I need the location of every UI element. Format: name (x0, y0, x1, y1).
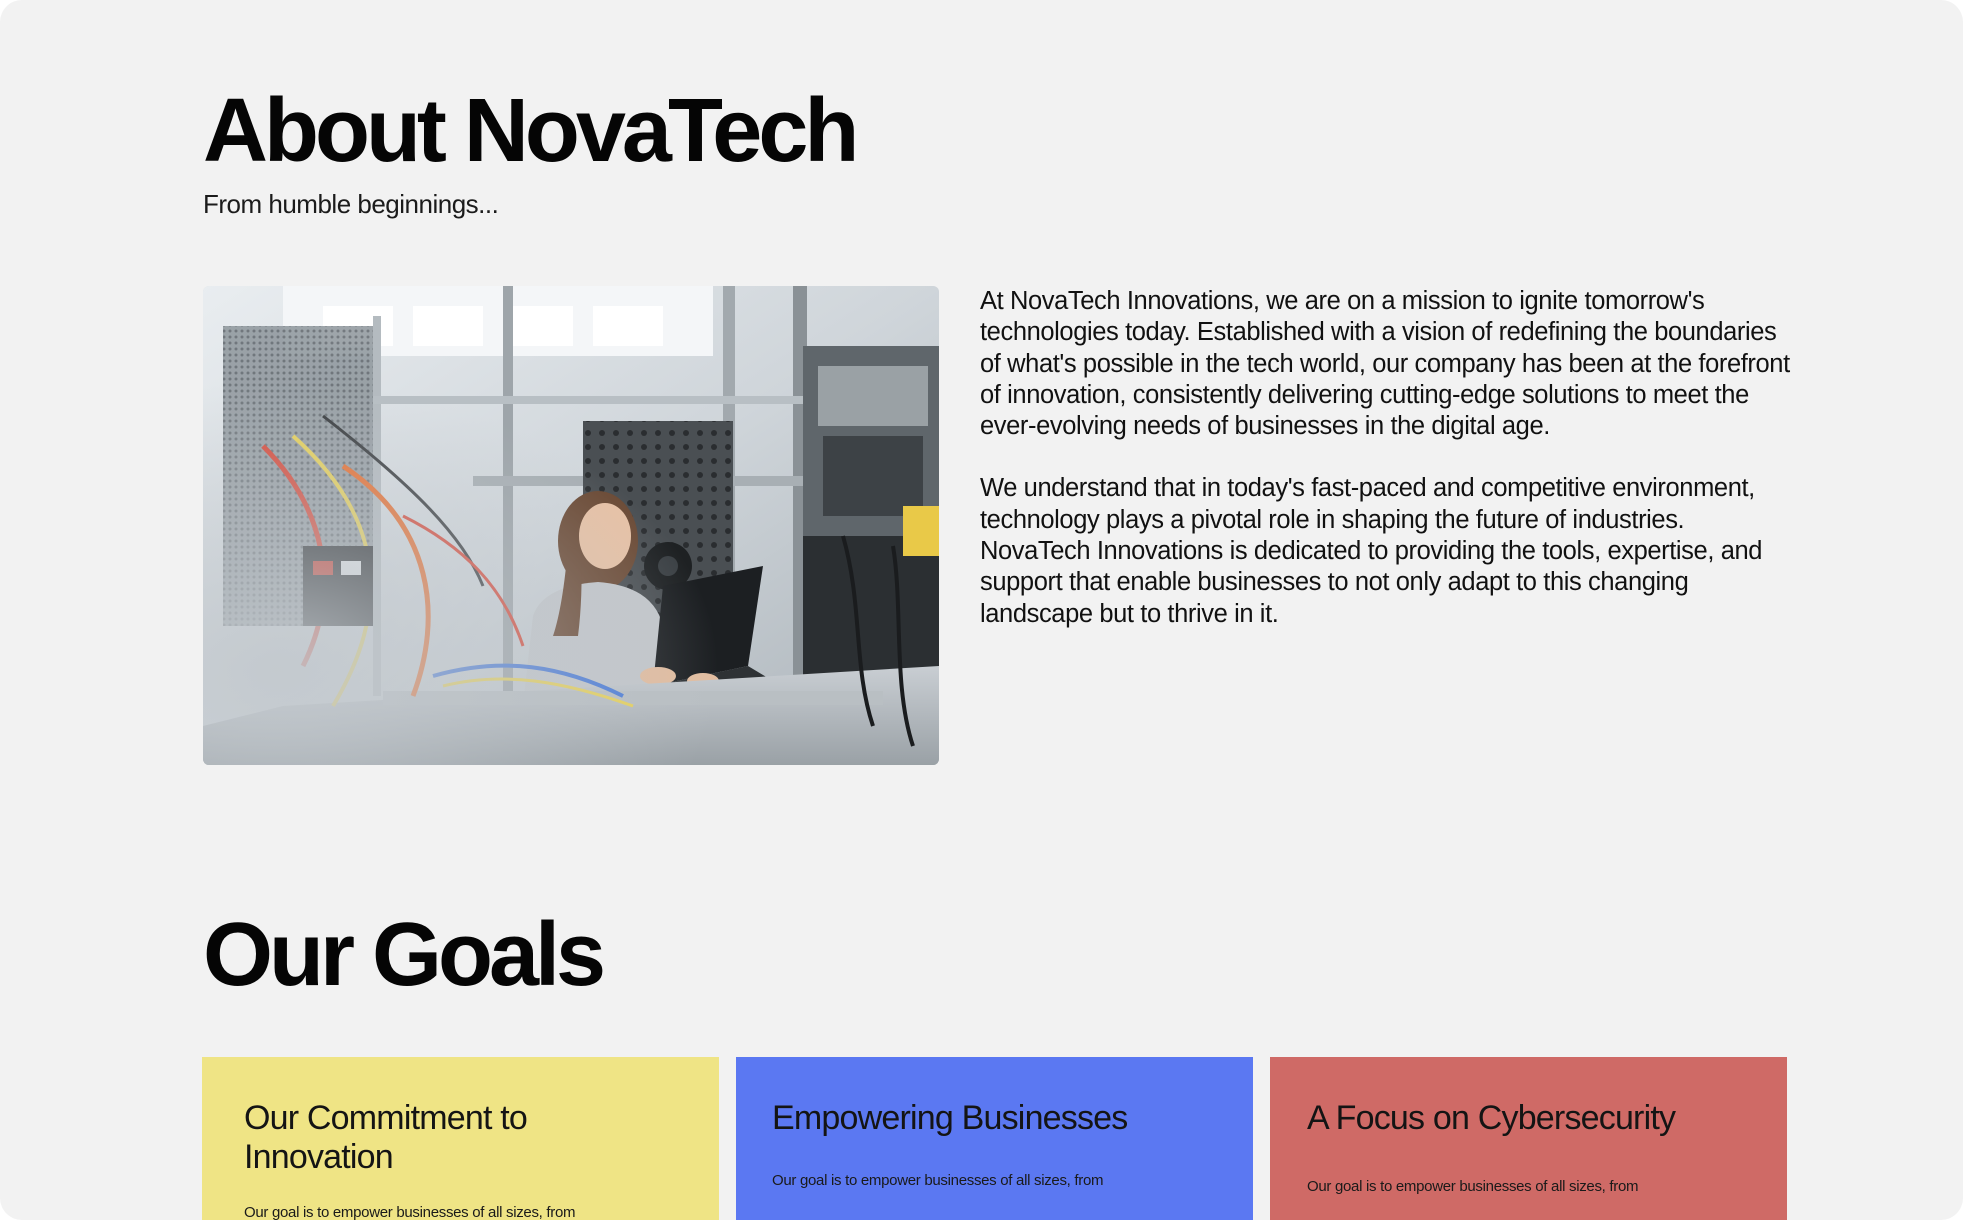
page-background: About NovaTech From humble beginnings... (0, 0, 1963, 1220)
goals-title: Our Goals (203, 905, 606, 1005)
about-description: At NovaTech Innovations, we are on a mis… (980, 286, 1790, 661)
goal-card-empowering-businesses: Empowering Businesses Our goal is to emp… (736, 1057, 1253, 1220)
goal-card-innovation: Our Commitment to Innovation Our goal is… (202, 1057, 719, 1220)
about-photo (203, 286, 939, 765)
goal-card-text: Our goal is to empower businesses of all… (772, 1172, 1104, 1189)
goal-card-text: Our goal is to empower businesses of all… (1307, 1178, 1639, 1195)
goal-card-title: A Focus on Cybersecurity (1307, 1099, 1676, 1137)
goal-card-text: Our goal is to empower businesses of all… (244, 1204, 576, 1220)
goal-card-title: Empowering Businesses (772, 1099, 1128, 1137)
about-title: About NovaTech (203, 81, 859, 181)
goal-card-title: Our Commitment to Innovation (244, 1099, 528, 1176)
about-subtitle: From humble beginnings... (203, 189, 499, 219)
goal-card-cybersecurity: A Focus on Cybersecurity Our goal is to … (1270, 1057, 1787, 1220)
about-paragraph-1: At NovaTech Innovations, we are on a mis… (980, 287, 1790, 441)
about-paragraph-2: We understand that in today's fast-paced… (980, 474, 1763, 628)
